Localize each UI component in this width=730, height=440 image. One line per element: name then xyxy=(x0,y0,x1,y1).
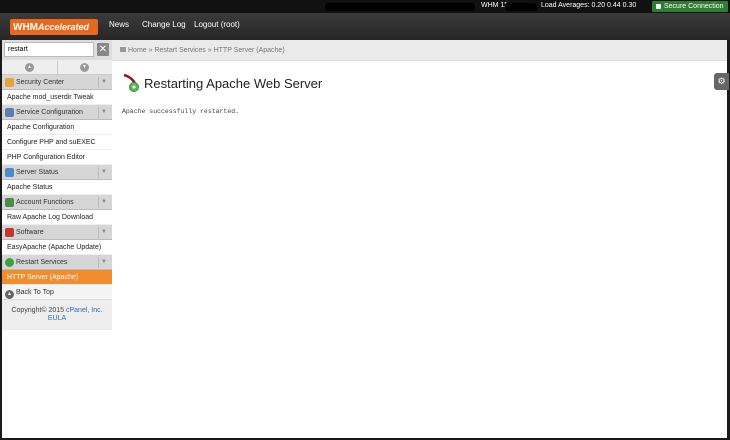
section-title: Service Configuration xyxy=(16,109,83,116)
security-icon xyxy=(5,78,14,87)
server-label: WHM 11 xyxy=(481,2,508,9)
restart-services-icon xyxy=(5,258,14,267)
chevron-down-icon[interactable]: ▼ xyxy=(98,197,109,208)
arrow-up-icon: ▲ xyxy=(5,290,14,299)
apache-feather-icon xyxy=(123,73,139,92)
section-server-status[interactable]: Server Status ▼ xyxy=(2,165,112,180)
main-content: Home » Restart Services » HTTP Server (A… xyxy=(112,40,729,438)
redacted-hostname xyxy=(325,3,475,11)
top-header: WHMAccelerated News Change Log Logout (r… xyxy=(0,13,730,40)
search-input[interactable] xyxy=(4,42,94,57)
collapse-controls: ▲ ▼ xyxy=(2,60,112,75)
home-icon[interactable] xyxy=(120,47,126,52)
page-title: Restarting Apache Web Server xyxy=(144,76,323,91)
section-title: Software xyxy=(16,229,44,236)
chevron-down-icon[interactable]: ▼ xyxy=(98,257,109,268)
section-security-center[interactable]: Security Center ▼ xyxy=(2,75,112,90)
section-title: Account Functions xyxy=(16,199,74,206)
server-status-icon xyxy=(5,168,14,177)
cpanel-link[interactable]: cPanel, Inc. xyxy=(66,307,103,314)
lock-icon xyxy=(656,4,661,9)
search-container: ✕ xyxy=(2,40,112,60)
expand-all-icon[interactable]: ▼ xyxy=(80,63,89,72)
account-functions-icon xyxy=(5,198,14,207)
sidebar-item-http-server-apache[interactable]: HTTP Server (Apache) xyxy=(2,270,112,285)
section-title: Security Center xyxy=(16,79,65,86)
secure-connection-label: Secure Connection xyxy=(664,3,724,10)
breadcrumb: Home » Restart Services » HTTP Server (A… xyxy=(112,40,727,61)
copyright-text: Copyright© 2015 xyxy=(11,307,65,314)
clear-search-icon[interactable]: ✕ xyxy=(97,43,109,56)
service-config-icon xyxy=(5,108,14,117)
section-title: Restart Services xyxy=(16,259,68,266)
sidebar: ✕ ▲ ▼ Security Center ▼ Apache mod_userd… xyxy=(2,40,112,438)
chevron-down-icon[interactable]: ▼ xyxy=(98,107,109,118)
breadcrumb-text[interactable]: Home » Restart Services » HTTP Server (A… xyxy=(128,47,285,54)
chevron-down-icon[interactable]: ▼ xyxy=(98,167,109,178)
nav-logout[interactable]: Logout (root) xyxy=(194,20,240,29)
section-software[interactable]: Software ▼ xyxy=(2,225,112,240)
section-title: Server Status xyxy=(16,169,59,176)
back-to-top[interactable]: ▲ Back To Top xyxy=(2,285,112,300)
sidebar-item-configure-php[interactable]: Configure PHP and suEXEC xyxy=(2,135,112,150)
collapse-all-icon[interactable]: ▲ xyxy=(25,63,34,72)
section-service-configuration[interactable]: Service Configuration ▼ xyxy=(2,105,112,120)
sidebar-item-apache-status[interactable]: Apache Status xyxy=(2,180,112,195)
software-icon xyxy=(5,228,14,237)
sidebar-item-raw-apache-log[interactable]: Raw Apache Log Download xyxy=(2,210,112,225)
status-message: Apache successfully restarted. xyxy=(122,108,240,115)
nav-news[interactable]: News xyxy=(109,20,129,29)
nav-change-log[interactable]: Change Log xyxy=(142,20,186,29)
sidebar-item-apache-configuration[interactable]: Apache Configuration xyxy=(2,120,112,135)
redacted-version xyxy=(505,3,537,11)
back-to-top-label: Back To Top xyxy=(16,289,54,296)
chevron-down-icon[interactable]: ▼ xyxy=(98,77,109,88)
secure-connection-badge: Secure Connection xyxy=(652,1,728,12)
status-bar: WHM 11 Load Averages: 0.20 0.44 0.30 Sec… xyxy=(0,0,730,13)
eula-link[interactable]: EULA xyxy=(6,315,108,322)
sidebar-item-easyapache[interactable]: EasyApache (Apache Update) xyxy=(2,240,112,255)
sidebar-item-php-config-editor[interactable]: PHP Configuration Editor xyxy=(2,150,112,165)
divider xyxy=(57,61,58,74)
support-tab-icon[interactable]: ⚙ xyxy=(714,73,729,90)
logo-main: WHM xyxy=(13,22,38,33)
logo-sub: Accelerated xyxy=(38,22,90,32)
sidebar-item-apache-mod-userdir[interactable]: Apache mod_userdir Tweak xyxy=(2,90,112,105)
section-account-functions[interactable]: Account Functions ▼ xyxy=(2,195,112,210)
copyright: Copyright© 2015 cPanel, Inc. EULA xyxy=(2,300,112,330)
whm-logo[interactable]: WHMAccelerated xyxy=(10,19,98,35)
load-averages: Load Averages: 0.20 0.44 0.30 xyxy=(541,2,637,9)
section-restart-services[interactable]: Restart Services ▼ xyxy=(2,255,112,270)
chevron-down-icon[interactable]: ▼ xyxy=(98,227,109,238)
